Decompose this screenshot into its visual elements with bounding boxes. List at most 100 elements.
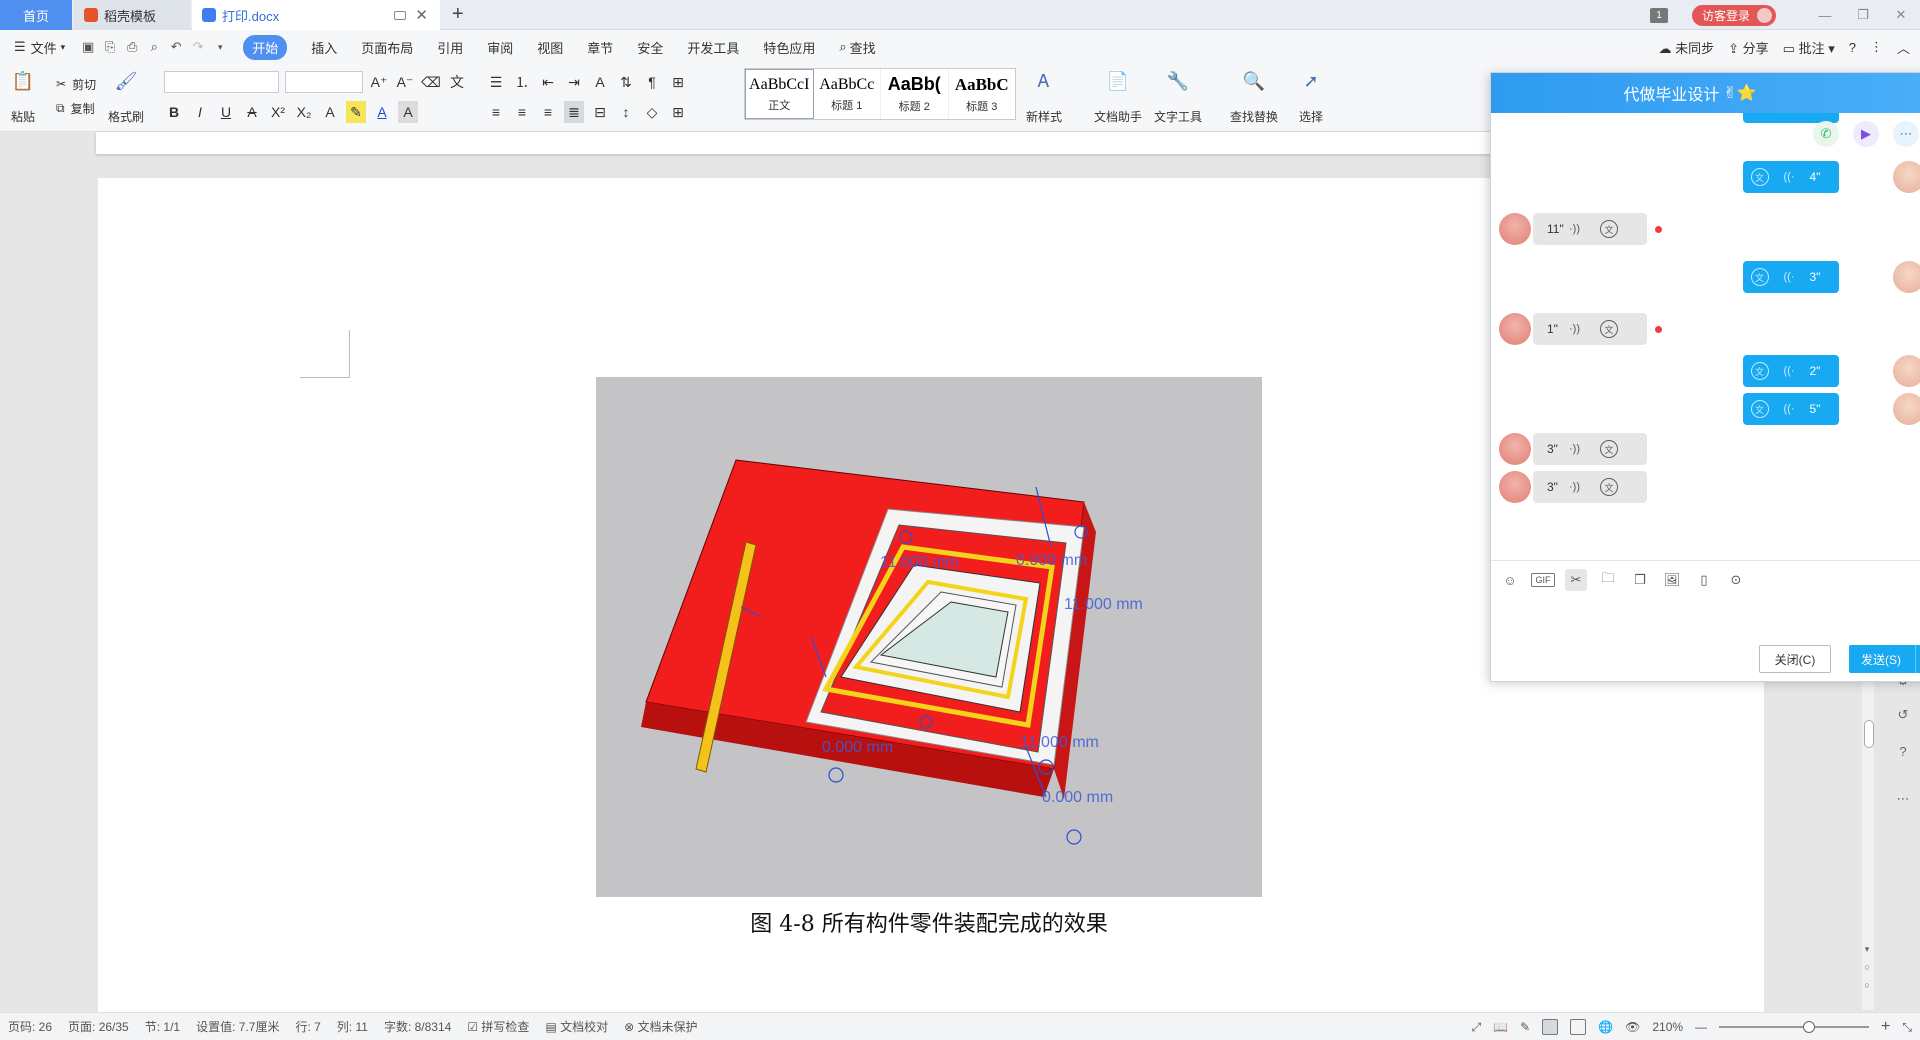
- increase-indent-icon[interactable]: ⇥: [564, 71, 584, 93]
- highlight-icon[interactable]: ✎: [346, 101, 366, 123]
- spell-check-button[interactable]: ☑ 拼写检查: [459, 1018, 537, 1035]
- menu-references[interactable]: 引用: [425, 30, 475, 64]
- status-page-code[interactable]: 页码: 26: [0, 1018, 60, 1035]
- sort-icon[interactable]: ⇅: [616, 71, 636, 93]
- line-spacing-icon[interactable]: ↕: [616, 101, 636, 123]
- sync-button[interactable]: ☁ 未同步: [1658, 38, 1714, 57]
- chat-header[interactable]: 代做毕业设计 ✌⭐: [1491, 73, 1920, 113]
- zoom-level[interactable]: 210%: [1652, 1020, 1683, 1034]
- favorites-icon[interactable]: ❒: [1629, 569, 1651, 591]
- transcribe-icon[interactable]: 文: [1600, 440, 1618, 458]
- page-nav-icon[interactable]: ▾: [1858, 940, 1876, 958]
- my-avatar[interactable]: [1893, 355, 1920, 387]
- doc-assistant-button[interactable]: 📄 文档助手: [1094, 68, 1142, 125]
- select-button[interactable]: ➚ 选择: [1298, 68, 1324, 125]
- shading-icon[interactable]: ◇: [642, 101, 662, 123]
- bold-icon[interactable]: B: [164, 101, 184, 123]
- clear-format-icon[interactable]: ⌫: [421, 71, 441, 93]
- contact-avatar[interactable]: [1499, 313, 1531, 345]
- menu-view[interactable]: 视图: [525, 30, 575, 64]
- help-side-icon[interactable]: ?: [1894, 742, 1912, 760]
- style-heading-1[interactable]: AaBbCc 标题 1: [814, 69, 881, 119]
- send-options-icon[interactable]: ▾: [1915, 645, 1920, 673]
- more-side-icon[interactable]: ⋯: [1894, 790, 1912, 808]
- edit-mode-icon[interactable]: ✎: [1520, 1020, 1530, 1034]
- grow-font-icon[interactable]: A⁺: [369, 71, 389, 93]
- menu-start[interactable]: 开始: [231, 30, 299, 64]
- align-left-icon[interactable]: ≡: [486, 101, 506, 123]
- share-button[interactable]: ⇪ 分享: [1728, 38, 1769, 57]
- screenshot-icon[interactable]: ✂: [1565, 569, 1587, 591]
- incoming-voice-message[interactable]: 3" ·)) 文: [1533, 433, 1647, 465]
- export-icon[interactable]: ⎘: [99, 36, 121, 58]
- menu-page-layout[interactable]: 页面布局: [349, 30, 425, 64]
- help-icon[interactable]: ?: [1849, 40, 1856, 55]
- style-heading-2[interactable]: AaBb(标题 2: [881, 69, 949, 119]
- menu-review[interactable]: 审阅: [475, 30, 525, 64]
- close-window-icon[interactable]: ✕: [1882, 0, 1920, 30]
- subscript-icon[interactable]: X₂: [294, 101, 314, 123]
- copy-button[interactable]: ⧉ 复制: [56, 96, 96, 120]
- contact-avatar[interactable]: [1499, 433, 1531, 465]
- new-tab-icon[interactable]: +: [452, 3, 464, 26]
- chat-send-button[interactable]: 发送(S) ▾: [1849, 645, 1920, 673]
- redo-icon[interactable]: ↷: [187, 36, 209, 58]
- doc-protect-button[interactable]: ⊗ 文档未保护: [616, 1018, 705, 1035]
- doc-proof-button[interactable]: ▤ 文档校对: [537, 1018, 616, 1035]
- undo-icon[interactable]: ↶: [165, 36, 187, 58]
- more-icon[interactable]: ⋮: [1870, 39, 1883, 55]
- style-heading-3[interactable]: AaBbC 标题 3: [949, 69, 1016, 119]
- format-painter-button[interactable]: 🖌 格式刷: [108, 68, 144, 125]
- comment-button[interactable]: ▭ 批注 ▾: [1783, 38, 1835, 57]
- transcribe-icon[interactable]: 文: [1750, 268, 1769, 286]
- justify-icon[interactable]: ≣: [564, 101, 584, 123]
- strikethrough-icon[interactable]: A: [242, 101, 262, 123]
- text-effect-icon[interactable]: A: [320, 101, 340, 123]
- transcribe-icon[interactable]: 文: [1600, 478, 1618, 496]
- transcribe-icon[interactable]: 文: [1600, 220, 1618, 238]
- status-pages[interactable]: 页面: 26/35: [60, 1018, 137, 1035]
- status-setting[interactable]: 设置值: 7.7厘米: [188, 1018, 287, 1035]
- font-color-icon[interactable]: A: [372, 101, 392, 123]
- emoji-picker-icon[interactable]: ☺: [1499, 569, 1521, 591]
- minimize-icon[interactable]: —: [1806, 0, 1844, 30]
- file-menu[interactable]: ☰ 文件 ▾: [0, 30, 77, 64]
- gif-icon[interactable]: GIF: [1531, 573, 1555, 587]
- print-icon[interactable]: ⎙: [121, 36, 143, 58]
- outgoing-voice-message[interactable]: 文 ((· 5": [1743, 393, 1839, 425]
- transcribe-icon[interactable]: 文: [1600, 320, 1618, 338]
- distributed-icon[interactable]: ⊟: [590, 101, 610, 123]
- contact-avatar[interactable]: [1499, 213, 1531, 245]
- eye-protect-icon[interactable]: 👁: [1625, 1020, 1640, 1034]
- phone-icon[interactable]: ✆: [1813, 121, 1839, 147]
- prev-page-icon[interactable]: ○: [1858, 958, 1876, 976]
- collapse-ribbon-icon[interactable]: ︿: [1897, 38, 1910, 57]
- reading-mode-icon[interactable]: 📖: [1493, 1020, 1508, 1034]
- transcribe-icon[interactable]: 文: [1750, 362, 1769, 380]
- style-normal[interactable]: AaBbCcI 正文: [745, 69, 814, 119]
- new-style-button[interactable]: Ꭺ 新样式: [1026, 68, 1062, 125]
- zoom-slider-knob[interactable]: [1803, 1021, 1816, 1033]
- chat-close-button[interactable]: 关闭(C): [1759, 645, 1831, 673]
- outgoing-voice-message[interactable]: 文 ((· 3": [1743, 261, 1839, 293]
- video-icon[interactable]: ▶: [1853, 121, 1879, 147]
- numbered-list-icon[interactable]: ⒈: [512, 71, 532, 93]
- zoom-out-icon[interactable]: —: [1695, 1020, 1707, 1034]
- my-avatar[interactable]: [1893, 393, 1920, 425]
- chat-input[interactable]: [1499, 597, 1919, 637]
- text-direction-icon[interactable]: A: [590, 71, 610, 93]
- table-insert-icon[interactable]: ⊞: [668, 71, 688, 93]
- char-shading-icon[interactable]: A: [398, 101, 418, 123]
- customize-toolbar-icon[interactable]: ▾: [209, 36, 231, 58]
- cut-button[interactable]: ✂ 剪切: [56, 72, 96, 96]
- print-preview-icon[interactable]: ⌕: [143, 36, 165, 58]
- menu-special[interactable]: 特色应用: [751, 30, 827, 64]
- status-words[interactable]: 字数: 8/8314: [376, 1018, 459, 1035]
- menu-developer[interactable]: 开发工具: [675, 30, 751, 64]
- superscript-icon[interactable]: X²: [268, 101, 288, 123]
- shake-icon[interactable]: ▯: [1693, 569, 1715, 591]
- save-icon[interactable]: ▣: [77, 36, 99, 58]
- incoming-voice-message[interactable]: 3" ·)) 文: [1533, 471, 1647, 503]
- folder-icon[interactable]: 🗀: [1597, 569, 1619, 591]
- chat-message-list[interactable]: 文 ((· 4" 11" ·)) 文文 ((· 3" 1" ·)) 文文 ((· 2" 文 ((· 5" 3" ·…: [1491, 113, 1920, 559]
